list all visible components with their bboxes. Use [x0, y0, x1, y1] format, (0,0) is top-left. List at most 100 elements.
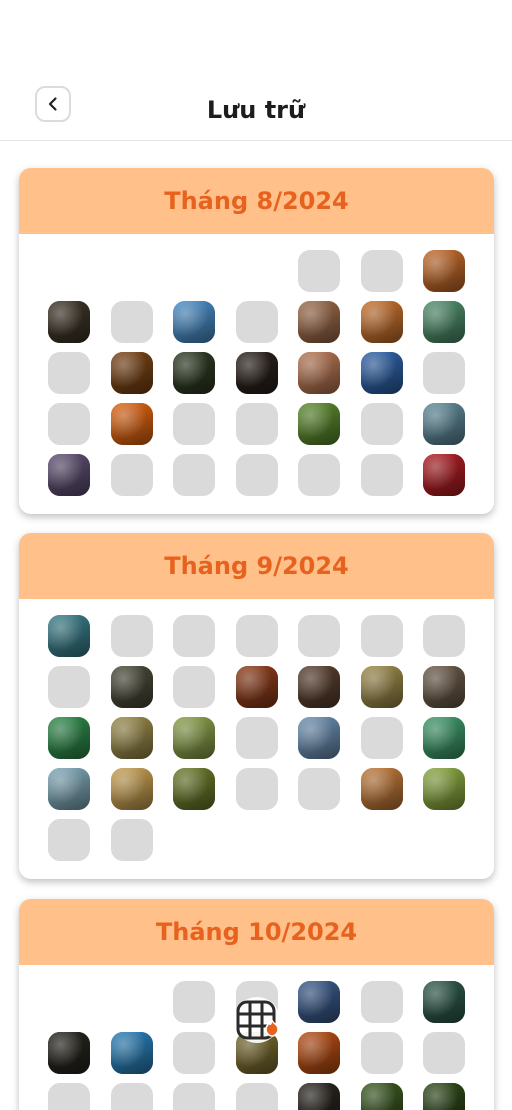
day-placeholder	[360, 981, 403, 1023]
day-photo-thumbnail[interactable]	[173, 301, 215, 343]
day-placeholder	[48, 819, 90, 861]
month-card: Tháng 8/2024	[19, 168, 494, 514]
day-photo-thumbnail[interactable]	[423, 403, 465, 445]
photo-image	[110, 666, 153, 708]
empty-day-slot	[423, 819, 465, 861]
day-placeholder	[360, 403, 403, 445]
month-card: Tháng 9/2024	[19, 533, 494, 879]
photo-image	[110, 1032, 153, 1074]
empty-day-slot	[236, 819, 278, 861]
day-placeholder	[173, 454, 215, 496]
photo-image	[298, 981, 340, 1023]
photo-image	[48, 615, 90, 657]
day-photo-thumbnail[interactable]	[298, 1083, 340, 1110]
day-placeholder	[235, 768, 278, 810]
day-photo-thumbnail[interactable]	[110, 352, 153, 394]
day-photo-thumbnail[interactable]	[110, 768, 153, 810]
day-photo-thumbnail[interactable]	[173, 352, 215, 394]
empty-day-slot	[298, 819, 340, 861]
photo-image	[48, 768, 90, 810]
day-placeholder	[298, 250, 340, 292]
day-placeholder	[235, 403, 278, 445]
photo-image	[48, 301, 90, 343]
archive-list[interactable]: Tháng 8/2024 Tháng 9/2024 Tháng 10/2024	[0, 141, 512, 1110]
day-photo-thumbnail[interactable]	[110, 717, 153, 759]
photo-image	[360, 1083, 403, 1110]
day-placeholder	[360, 1032, 403, 1074]
day-placeholder	[48, 352, 90, 394]
day-photo-thumbnail[interactable]	[423, 717, 465, 759]
day-photo-thumbnail[interactable]	[110, 403, 153, 445]
photo-grid	[19, 234, 494, 514]
day-photo-thumbnail[interactable]	[48, 768, 90, 810]
photo-image	[298, 352, 340, 394]
day-photo-thumbnail[interactable]	[298, 352, 340, 394]
day-photo-thumbnail[interactable]	[360, 301, 403, 343]
photo-image	[423, 250, 465, 292]
photo-image	[298, 1083, 340, 1110]
empty-day-slot	[111, 981, 153, 1023]
day-photo-thumbnail[interactable]	[173, 768, 215, 810]
day-photo-thumbnail[interactable]	[360, 768, 403, 810]
photo-image	[110, 352, 153, 394]
day-photo-thumbnail[interactable]	[360, 666, 403, 708]
day-photo-thumbnail[interactable]	[173, 717, 215, 759]
capture-button[interactable]	[233, 996, 281, 1044]
day-photo-thumbnail[interactable]	[360, 352, 403, 394]
page-title: Lưu trữ	[206, 96, 306, 124]
month-title: Tháng 9/2024	[19, 533, 494, 599]
day-photo-thumbnail[interactable]	[48, 301, 90, 343]
day-placeholder	[48, 403, 90, 445]
day-photo-thumbnail[interactable]	[360, 1083, 403, 1110]
day-photo-thumbnail[interactable]	[48, 615, 90, 657]
day-placeholder	[298, 615, 340, 657]
day-photo-thumbnail[interactable]	[48, 717, 90, 759]
day-photo-thumbnail[interactable]	[48, 454, 90, 496]
photo-image	[298, 666, 340, 708]
day-placeholder	[48, 666, 90, 708]
day-photo-thumbnail[interactable]	[423, 666, 465, 708]
day-placeholder	[235, 454, 278, 496]
photo-image	[298, 1032, 340, 1074]
empty-day-slot	[361, 819, 403, 861]
day-photo-thumbnail[interactable]	[423, 250, 465, 292]
day-photo-thumbnail[interactable]	[298, 301, 340, 343]
month-title: Tháng 8/2024	[19, 168, 494, 234]
photo-image	[298, 717, 340, 759]
day-placeholder	[173, 1083, 215, 1110]
photo-image	[173, 717, 215, 759]
photo-image	[173, 768, 215, 810]
day-placeholder	[423, 1032, 465, 1074]
day-placeholder	[110, 819, 153, 861]
day-photo-thumbnail[interactable]	[298, 981, 340, 1023]
day-placeholder	[48, 1083, 90, 1110]
day-placeholder	[298, 768, 340, 810]
day-photo-thumbnail[interactable]	[423, 454, 465, 496]
day-placeholder	[173, 615, 215, 657]
day-photo-thumbnail[interactable]	[298, 1032, 340, 1074]
day-placeholder	[360, 250, 403, 292]
photo-grid	[19, 599, 494, 879]
day-photo-thumbnail[interactable]	[298, 403, 340, 445]
empty-day-slot	[173, 819, 215, 861]
day-photo-thumbnail[interactable]	[110, 1032, 153, 1074]
day-photo-thumbnail[interactable]	[235, 352, 278, 394]
photo-image	[423, 1083, 465, 1110]
day-photo-thumbnail[interactable]	[298, 666, 340, 708]
empty-day-slot	[48, 250, 90, 292]
day-placeholder	[423, 615, 465, 657]
empty-day-slot	[111, 250, 153, 292]
day-photo-thumbnail[interactable]	[423, 1083, 465, 1110]
app-header: Lưu trữ	[0, 0, 512, 141]
day-photo-thumbnail[interactable]	[423, 301, 465, 343]
day-photo-thumbnail[interactable]	[110, 666, 153, 708]
day-photo-thumbnail[interactable]	[423, 768, 465, 810]
day-placeholder	[110, 615, 153, 657]
day-placeholder	[298, 454, 340, 496]
day-photo-thumbnail[interactable]	[298, 717, 340, 759]
photo-image	[173, 352, 215, 394]
day-photo-thumbnail[interactable]	[48, 1032, 90, 1074]
day-photo-thumbnail[interactable]	[235, 666, 278, 708]
day-photo-thumbnail[interactable]	[423, 981, 465, 1023]
day-placeholder	[110, 301, 153, 343]
